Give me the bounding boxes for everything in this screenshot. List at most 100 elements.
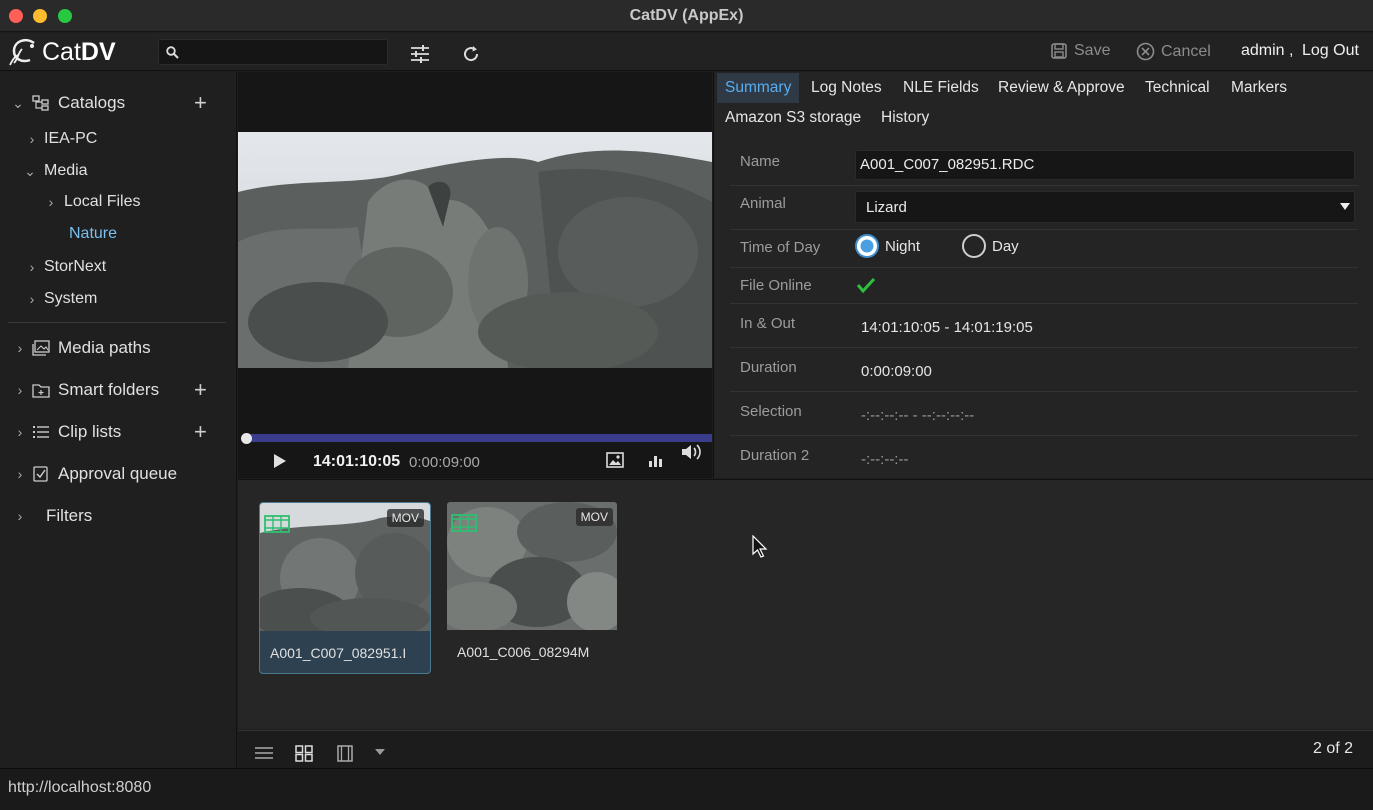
chevron-right-icon[interactable]: ›: [26, 259, 38, 275]
tab-technical[interactable]: Technical: [1137, 73, 1218, 103]
clip-name: A001_C006_08294M: [457, 644, 590, 660]
filter-settings-icon[interactable]: [410, 45, 430, 63]
add-catalog-icon[interactable]: +: [194, 89, 207, 117]
tree-item-system[interactable]: › System: [26, 285, 98, 313]
filmstrip-view-icon[interactable]: [337, 745, 353, 762]
catalogs-label: Catalogs: [58, 93, 126, 112]
grid-view-icon[interactable]: [295, 745, 313, 762]
logo-text-cat: Cat: [42, 37, 81, 66]
media-paths-label: Media paths: [58, 338, 151, 357]
audio-levels-icon[interactable]: [648, 452, 664, 468]
sidebar-item-filters[interactable]: › Filters: [14, 502, 93, 530]
sidebar-item-approval-queue[interactable]: › Approval queue: [14, 460, 177, 488]
snapshot-image-icon[interactable]: [606, 452, 624, 468]
volume-icon[interactable]: [681, 443, 703, 461]
cancel-icon: [1136, 42, 1155, 61]
chevron-right-icon[interactable]: ›: [26, 131, 38, 147]
view-options-dropdown-icon[interactable]: [375, 749, 385, 756]
tab-history[interactable]: History: [873, 103, 937, 133]
tab-summary[interactable]: Summary: [717, 73, 800, 103]
format-badge: MOV: [386, 509, 424, 527]
metadata-panel: Summary Log Notes NLE Fields Review & Ap…: [713, 72, 1373, 478]
timeline-track[interactable]: [246, 434, 712, 442]
clip-thumbnail[interactable]: MOV A001_C006_08294M: [447, 502, 619, 674]
name-field[interactable]: A001_C007_082951.RDC: [855, 150, 1355, 180]
day-label: Day: [992, 237, 1019, 255]
chevron-right-icon[interactable]: ›: [14, 340, 26, 356]
play-icon[interactable]: [272, 453, 288, 469]
tab-review-approve[interactable]: Review & Approve: [990, 73, 1133, 103]
view-toolbar: 2 of 2: [238, 730, 1373, 768]
animal-value: Lizard: [866, 199, 907, 216]
tab-nle-fields[interactable]: NLE Fields: [895, 73, 987, 103]
radio-day[interactable]: Day: [962, 234, 1019, 258]
chevron-right-icon[interactable]: ›: [14, 424, 26, 440]
radio-unselected-icon: [962, 234, 986, 258]
cancel-button[interactable]: Cancel: [1136, 42, 1211, 61]
animal-select[interactable]: Lizard: [855, 191, 1355, 223]
username: admin ,: [1241, 42, 1294, 59]
save-icon: [1051, 43, 1067, 59]
sidebar-item-smart-folders[interactable]: › Smart folders: [14, 376, 159, 404]
chevron-right-icon[interactable]: ›: [14, 466, 26, 482]
current-timecode: 14:01:10:05: [313, 453, 401, 470]
tree-item-media[interactable]: ⌄ Media: [24, 157, 87, 185]
sidebar-divider: [8, 322, 226, 323]
chevron-right-icon[interactable]: ›: [14, 508, 26, 524]
zoom-window-button[interactable]: [58, 9, 72, 23]
search-input[interactable]: [158, 39, 388, 65]
tab-log-notes[interactable]: Log Notes: [803, 73, 890, 103]
name-value: A001_C007_082951.RDC: [860, 156, 1035, 173]
sidebar-item-media-paths[interactable]: › Media paths: [14, 334, 151, 362]
logo-text-dv: DV: [80, 37, 116, 66]
playhead-handle[interactable]: [241, 433, 252, 444]
list-view-icon[interactable]: [255, 746, 273, 760]
tab-amazon-s3-storage[interactable]: Amazon S3 storage: [717, 103, 869, 133]
radio-night[interactable]: Night: [855, 234, 920, 258]
sidebar-item-clip-lists[interactable]: › Clip lists: [14, 418, 122, 446]
field-label: Selection: [740, 403, 802, 420]
field-row-in-out: In & Out 14:01:10:05 - 14:01:19:05: [730, 304, 1358, 348]
chevron-right-icon[interactable]: ›: [45, 194, 57, 210]
field-label: In & Out: [740, 315, 796, 332]
tree-item-stornext[interactable]: › StorNext: [26, 253, 107, 281]
status-url: http://localhost:8080: [8, 779, 152, 796]
tree-label: IEA-PC: [44, 130, 98, 147]
clip-duration: 0:00:09:00: [409, 454, 480, 471]
selection-value: -:--:--:-- - --:--:--:--: [861, 407, 975, 424]
close-window-button[interactable]: [9, 9, 23, 23]
approval-check-icon: [33, 466, 48, 482]
tree-item-nature[interactable]: Nature: [69, 220, 117, 248]
clip-lists-label: Clip lists: [58, 422, 122, 441]
add-smart-folder-icon[interactable]: +: [194, 376, 207, 404]
field-row-duration: Duration 0:00:09:00: [730, 348, 1358, 392]
film-strip-icon: [451, 514, 477, 532]
catalog-tree-icon: [32, 95, 49, 111]
logout-link[interactable]: Log Out: [1302, 42, 1359, 60]
chevron-down-icon[interactable]: ⌄: [24, 163, 36, 180]
field-row-animal: Animal Lizard: [730, 186, 1358, 230]
in-out-value: 14:01:10:05 - 14:01:19:05: [861, 319, 1033, 336]
field-row-selection: Selection -:--:--:-- - --:--:--:--: [730, 392, 1358, 436]
tab-markers[interactable]: Markers: [1223, 73, 1295, 103]
sidebar: ⌄ Catalogs + › IEA-PC ⌄ Media › Local Fi…: [0, 72, 237, 768]
mouse-cursor-icon: [752, 535, 768, 558]
video-frame[interactable]: [238, 132, 712, 368]
save-label: Save: [1074, 42, 1111, 59]
chevron-right-icon[interactable]: ›: [14, 382, 26, 398]
minimize-window-button[interactable]: [33, 9, 47, 23]
tree-item-local-files[interactable]: › Local Files: [45, 188, 141, 216]
toolbar: Cat DV Save Cancel admin , Log Out: [0, 33, 1373, 71]
clip-thumbnail[interactable]: MOV A001_C007_082951.I: [259, 502, 431, 674]
add-clip-list-icon[interactable]: +: [194, 418, 207, 446]
tree-label: System: [44, 290, 98, 307]
chevron-right-icon[interactable]: ›: [26, 291, 38, 307]
sidebar-item-catalogs[interactable]: ⌄ Catalogs: [12, 89, 125, 117]
refresh-icon[interactable]: [462, 45, 480, 63]
clip-grid: MOV A001_C007_082951.I MOV A001_C006_082…: [238, 479, 1373, 729]
save-button[interactable]: Save: [1050, 42, 1110, 60]
tree-item-iea-pc[interactable]: › IEA-PC: [26, 125, 98, 153]
field-label: Animal: [740, 195, 786, 212]
chevron-down-icon[interactable]: ⌄: [12, 95, 24, 112]
duration-2-value: -:--:--:--: [861, 451, 909, 468]
